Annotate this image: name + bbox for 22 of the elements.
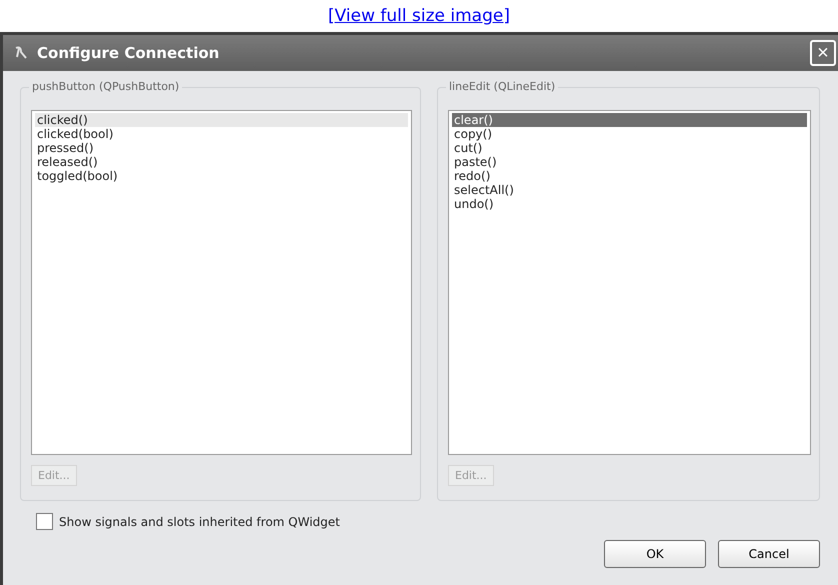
group-title: lineEdit (QLineEdit) xyxy=(446,80,558,93)
list-item[interactable]: released() xyxy=(35,155,408,169)
list-item[interactable]: clear() xyxy=(452,113,807,127)
window-title: Configure Connection xyxy=(37,44,220,62)
checkbox[interactable] xyxy=(36,513,53,530)
list-item[interactable]: copy() xyxy=(452,127,807,141)
list-item[interactable]: clicked() xyxy=(35,113,408,127)
close-button[interactable]: × xyxy=(810,40,836,66)
list-item[interactable]: undo() xyxy=(452,197,807,211)
list-item[interactable]: cut() xyxy=(452,141,807,155)
app-icon xyxy=(13,45,29,61)
view-full-size-link[interactable]: [View full size image] xyxy=(328,6,510,26)
dialog-button[interactable]: Cancel xyxy=(718,540,820,568)
list-item[interactable]: pressed() xyxy=(35,141,408,155)
list-item[interactable]: redo() xyxy=(452,169,807,183)
dialog-button[interactable]: OK xyxy=(604,540,706,568)
checkbox-label: Show signals and slots inherited from QWidget xyxy=(59,514,340,528)
list-item[interactable]: paste() xyxy=(452,155,807,169)
group-title: pushButton (QPushButton) xyxy=(29,80,182,93)
list-item[interactable]: selectAll() xyxy=(452,183,807,197)
list-item[interactable]: clicked(bool) xyxy=(35,127,408,141)
list-item[interactable]: toggled(bool) xyxy=(35,169,408,183)
